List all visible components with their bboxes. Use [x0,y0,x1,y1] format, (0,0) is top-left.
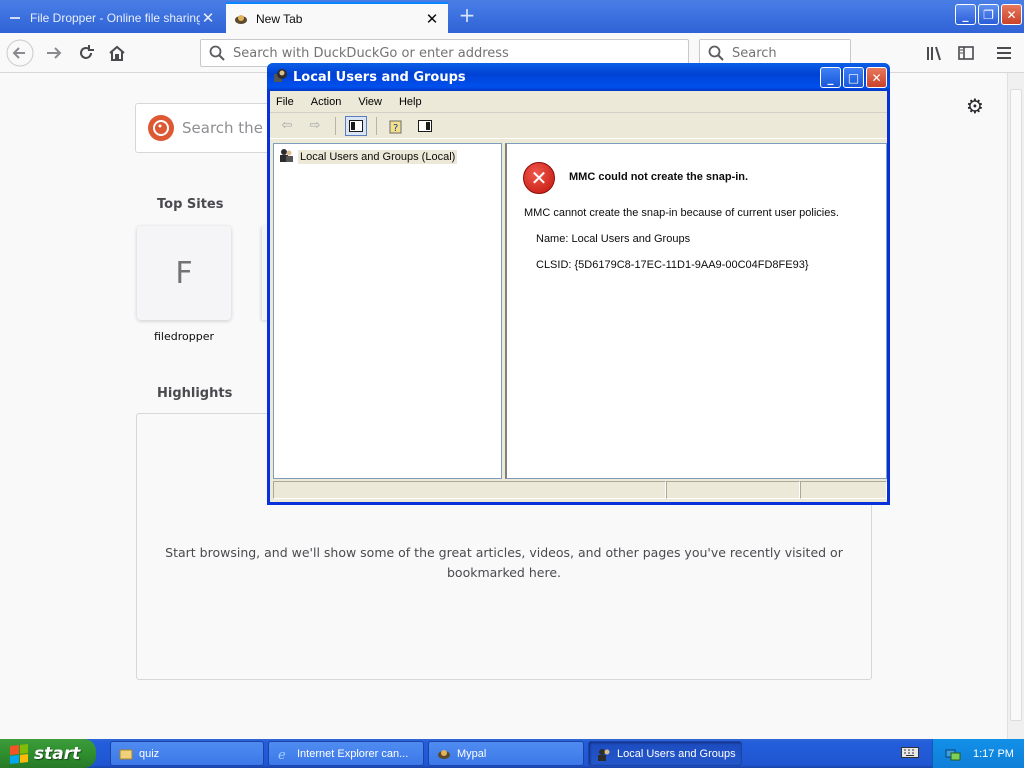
console-tree-pane: Local Users and Groups (Local) [273,143,502,479]
toolbar-separator [376,116,377,135]
maximize-icon[interactable]: □ [843,67,864,88]
help-icon[interactable]: ? [386,116,408,136]
taskbar-item-label: Internet Explorer can... [297,747,409,760]
minimize-icon[interactable]: _ [955,4,976,25]
start-button[interactable]: start [0,739,96,768]
mypal-icon [437,747,451,761]
back-arrow-icon[interactable]: ⇦ [276,116,298,136]
taskbar-item-label: Local Users and Groups [617,747,736,760]
sidebar-toggle-icon[interactable] [952,39,980,67]
forward-arrow-icon[interactable]: ⇨ [304,116,326,136]
mmc-title-bar[interactable]: Local Users and Groups _ □ ✕ [267,63,890,91]
status-pane-main [273,481,666,499]
restore-icon[interactable]: ❐ [978,4,999,25]
status-pane-2 [666,481,800,499]
mmc-window: Local Users and Groups _ □ ✕ File Action… [267,63,890,505]
settings-gear-icon[interactable]: ⚙ [966,94,984,118]
windows-logo-icon [10,743,28,764]
mmc-menu-bar: File Action View Help [270,91,887,113]
tab-label: New Tab [256,11,303,26]
scrollbar-thumb[interactable] [1010,89,1022,721]
error-message: MMC cannot create the snap-in because of… [524,207,839,219]
search-icon [209,45,225,61]
menu-view[interactable]: View [358,96,382,108]
url-bar-placeholder: Search with DuckDuckGo or enter address [233,45,509,61]
menu-action[interactable]: Action [311,96,342,108]
show-action-pane-icon[interactable] [414,116,436,136]
error-x-icon: ✕ [523,162,555,194]
menu-help[interactable]: Help [399,96,422,108]
ie-icon: e [277,747,291,763]
taskbar-item-label: quiz [139,747,160,760]
show-hide-tree-icon[interactable] [345,115,367,136]
reload-icon[interactable] [72,39,100,67]
keyboard-language-icon[interactable] [901,745,919,761]
new-tab-plus-icon[interactable]: + [456,5,478,27]
top-sites-title: Top Sites [157,197,224,212]
page-scrollbar[interactable] [1007,73,1024,739]
windows-taskbar: start quiz e Internet Explorer can... My… [0,739,1024,768]
close-window-icon[interactable]: ✕ [866,67,887,88]
menu-file[interactable]: File [276,96,294,108]
search-icon [708,45,724,61]
local-users-groups-icon [278,147,294,166]
close-tab-icon[interactable]: ✕ [200,9,216,27]
error-detail-pane: ✕ MMC could not create the snap-in. MMC … [505,143,887,479]
duckduckgo-logo-icon [148,115,174,141]
mmc-app-icon [273,68,289,87]
mmc-window-title: Local Users and Groups [293,69,466,85]
error-clsid: CLSID: {5D6179C8-17EC-11D1-9AA9-00C04FD8… [536,259,809,271]
highlights-title: Highlights [157,386,233,401]
taskbar-item-mypal[interactable]: Mypal [428,741,584,766]
hamburger-menu-icon[interactable] [990,39,1018,67]
network-icon[interactable] [945,746,961,762]
tab-label: File Dropper - Online file sharing [30,10,200,25]
mmc-icon [597,747,611,761]
file-dropper-favicon-icon [8,11,22,25]
start-label: start [34,743,81,764]
toolbar-separator [335,116,336,135]
tab-file-dropper[interactable]: File Dropper - Online file sharing ✕ [0,2,224,33]
taskbar-item-local-users-groups[interactable]: Local Users and Groups [588,741,742,766]
search-bar-placeholder: Search [732,45,777,61]
mmc-window-controls: _ □ ✕ [820,67,887,88]
taskbar-item-ie[interactable]: e Internet Explorer can... [268,741,424,766]
error-heading: MMC could not create the snap-in. [569,171,749,183]
svg-text:e: e [278,748,286,761]
taskbar-item-quiz[interactable]: quiz [110,741,264,766]
top-site-label: filedropper [153,330,214,343]
tree-item-label: Local Users and Groups (Local) [298,149,458,164]
highlights-empty-text: Start browsing, and we'll show some of t… [165,545,843,580]
highlights-empty-message: Start browsing, and we'll show some of t… [136,543,872,583]
status-pane-3 [800,481,887,499]
newtab-search-box[interactable]: Search the W [135,103,285,153]
svg-text:?: ? [393,123,398,134]
close-tab-icon[interactable]: ✕ [424,10,440,28]
mmc-toolbar: ⇦ ⇨ ? [270,113,887,139]
tab-new-tab[interactable]: New Tab ✕ [226,2,448,33]
close-window-icon[interactable]: ✕ [1001,4,1022,25]
folder-icon [119,747,133,761]
top-site-letter: F [175,255,193,291]
taskbar-item-label: Mypal [457,747,487,760]
browser-tab-bar: File Dropper - Online file sharing ✕ New… [0,0,1024,33]
tree-item-local-users-groups[interactable]: Local Users and Groups (Local) [278,147,458,166]
library-icon[interactable] [920,39,948,67]
top-site-tile[interactable]: F [137,226,231,320]
mmc-status-bar [273,481,887,501]
minimize-icon[interactable]: _ [820,67,841,88]
clock[interactable]: 1:17 PM [973,748,1014,760]
home-icon[interactable] [103,39,131,67]
error-snapin-name: Name: Local Users and Groups [536,233,691,245]
system-tray: 1:17 PM [932,739,1024,768]
back-arrow-icon[interactable] [6,39,34,67]
forward-arrow-icon[interactable] [40,39,68,67]
mypal-favicon-icon [234,12,248,26]
window-controls: _ ❐ ✕ [955,4,1022,25]
